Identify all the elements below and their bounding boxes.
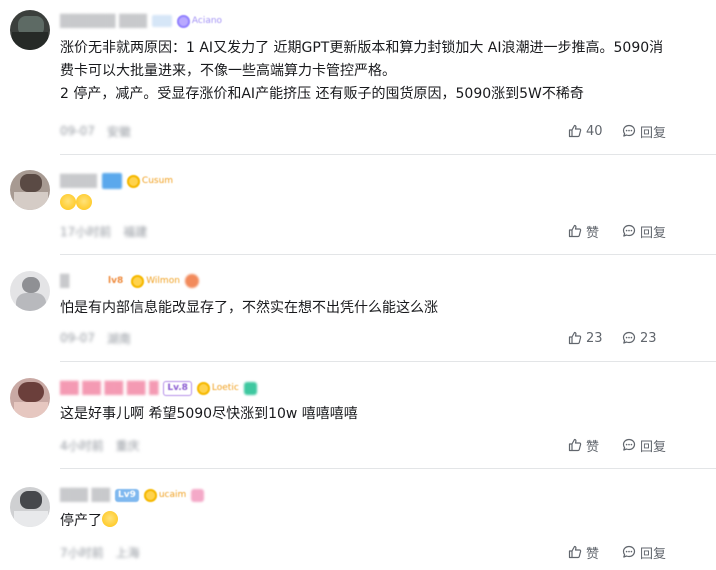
reply-button[interactable]: 回复	[622, 122, 666, 141]
avatar[interactable]	[10, 378, 50, 418]
comment-actions: 赞 回复	[568, 222, 666, 241]
speech-bubble-icon	[622, 124, 636, 137]
comment-line: 费卡可以大批量进来，不像一些高端算力卡管控严格。	[60, 63, 396, 79]
speech-bubble-icon	[622, 331, 636, 344]
comment-text	[60, 193, 700, 216]
comment-meta: 7小时前 上海	[60, 543, 140, 561]
reply-button[interactable]: 回复	[622, 543, 666, 562]
comment-actions: 40 回复	[568, 122, 666, 141]
medal-icon	[126, 174, 140, 188]
comment-location: 重庆	[115, 438, 140, 453]
yellow-face-emoji	[60, 194, 76, 210]
comment-line: 涨价无非就两原因：1 AI又发力了 近期GPT更新版本和算力封锁加大 AI浪潮进…	[60, 40, 664, 56]
comment-location: 福建	[123, 224, 148, 239]
comment-time: 4小时前	[60, 438, 104, 453]
comment-line: 这是好事儿啊 希望5090尽快涨到10w 嘻嘻嘻嘻	[60, 406, 358, 422]
avatar[interactable]	[10, 271, 50, 311]
comment-text: 这是好事儿啊 希望5090尽快涨到10w 嘻嘻嘻嘻	[60, 403, 700, 426]
comment-line: 怕是有内部信息能改显存了，不然实在想不出凭什么能这么涨	[60, 300, 438, 316]
like-button[interactable]: 23	[568, 331, 622, 346]
thumbs-up-icon	[568, 438, 582, 452]
comment-header: ██ ██ ██ ██ █ Lv.8 Loetic	[60, 379, 257, 397]
thumbs-up-icon	[568, 224, 582, 238]
vip-badge	[101, 173, 122, 189]
avatar[interactable]	[10, 10, 50, 50]
like-button[interactable]: 赞	[568, 543, 622, 562]
speech-bubble-icon	[622, 438, 636, 451]
username[interactable]: █	[60, 274, 100, 288]
comment-meta: 09-07 湖南	[60, 329, 131, 347]
comment-location: 上海	[115, 545, 140, 560]
fan-medal[interactable]: ucaim	[143, 488, 186, 502]
comment-meta: 09-07 安徽	[60, 122, 131, 140]
reply-button[interactable]: 23	[622, 331, 657, 346]
comment-location: 湖南	[106, 331, 131, 346]
comment-text: 涨价无非就两原因：1 AI又发力了 近期GPT更新版本和算力封锁加大 AI浪潮进…	[60, 37, 700, 106]
level-badge: Lv9	[114, 488, 139, 502]
speech-bubble-icon	[622, 545, 636, 558]
yellow-face-emoji	[76, 194, 92, 210]
like-button[interactable]: 40	[568, 124, 622, 139]
yellow-face-emoji	[102, 511, 118, 527]
comment-item: ████ Cusum 17小时前 福建 赞 回复	[0, 155, 716, 255]
like-button[interactable]: 赞	[568, 436, 622, 455]
comment-header: █ lv8 Wilmon	[60, 272, 199, 290]
thumbs-up-icon	[568, 331, 582, 345]
comment-line: 2 停产，减产。受显存涨价和AI产能挤压 还有贩子的囤货原因，5090涨到5W不…	[60, 86, 584, 102]
medal-icon	[143, 488, 157, 502]
comment-meta: 17小时前 福建	[60, 222, 147, 240]
fan-medal[interactable]: Loetic	[196, 381, 239, 395]
level-badge: Lv.8	[163, 380, 192, 396]
comment-actions: 23 23	[568, 329, 657, 347]
username[interactable]: ████	[60, 174, 97, 188]
level-badge: lv8	[105, 274, 127, 288]
speech-bubble-icon	[622, 224, 636, 237]
comment-item: ███ ██ Lv9 ucaim 停产了 7小时前 上海 赞 回复	[0, 469, 716, 570]
username[interactable]: ███ ██	[60, 488, 110, 502]
comment-meta: 4小时前 重庆	[60, 436, 140, 454]
thumbs-up-icon	[568, 545, 582, 559]
username[interactable]: ██ ██ ██ ██ █	[60, 381, 158, 395]
comment-time: 17小时前	[60, 224, 112, 239]
avatar[interactable]	[10, 487, 50, 527]
username[interactable]: ██████ ███	[60, 14, 147, 28]
comment-time: 09-07	[60, 124, 95, 138]
comment-item: █ lv8 Wilmon 怕是有内部信息能改显存了，不然实在想不出凭什么能这么涨…	[0, 255, 716, 360]
fan-medal[interactable]: Wilmon	[131, 274, 180, 288]
vip-badge	[151, 15, 172, 27]
medal-icon	[131, 274, 145, 288]
avatar[interactable]	[10, 170, 50, 210]
medal-icon	[176, 14, 190, 28]
comment-item: ██████ ███ Aciano 涨价无非就两原因：1 AI又发力了 近期GP…	[0, 0, 716, 150]
comment-text: 停产了	[60, 510, 700, 533]
comment-header: ██████ ███ Aciano	[60, 12, 222, 30]
comment-line: 停产了	[60, 510, 700, 533]
comment-header: ████ Cusum	[60, 172, 173, 190]
decoration-icon	[243, 381, 257, 395]
reply-button[interactable]: 回复	[622, 436, 666, 455]
comment-location: 安徽	[106, 124, 131, 139]
comment-text: 怕是有内部信息能改显存了，不然实在想不出凭什么能这么涨	[60, 297, 700, 320]
comment-actions: 赞 回复	[568, 436, 666, 455]
comment-header: ███ ██ Lv9 ucaim	[60, 486, 205, 504]
comment-time: 09-07	[60, 331, 95, 345]
medal-icon	[196, 381, 210, 395]
comment-time: 7小时前	[60, 545, 104, 560]
decoration-icon	[191, 488, 205, 502]
fan-medal[interactable]: Aciano	[176, 14, 222, 28]
thumbs-up-icon	[568, 124, 582, 138]
comment-line	[60, 193, 700, 216]
reply-button[interactable]: 回复	[622, 222, 666, 241]
like-button[interactable]: 赞	[568, 222, 622, 241]
decoration-icon	[184, 274, 199, 288]
fan-medal[interactable]: Cusum	[126, 174, 173, 188]
comment-actions: 赞 回复	[568, 543, 666, 562]
comment-item: ██ ██ ██ ██ █ Lv.8 Loetic 这是好事儿啊 希望5090尽…	[0, 362, 716, 467]
